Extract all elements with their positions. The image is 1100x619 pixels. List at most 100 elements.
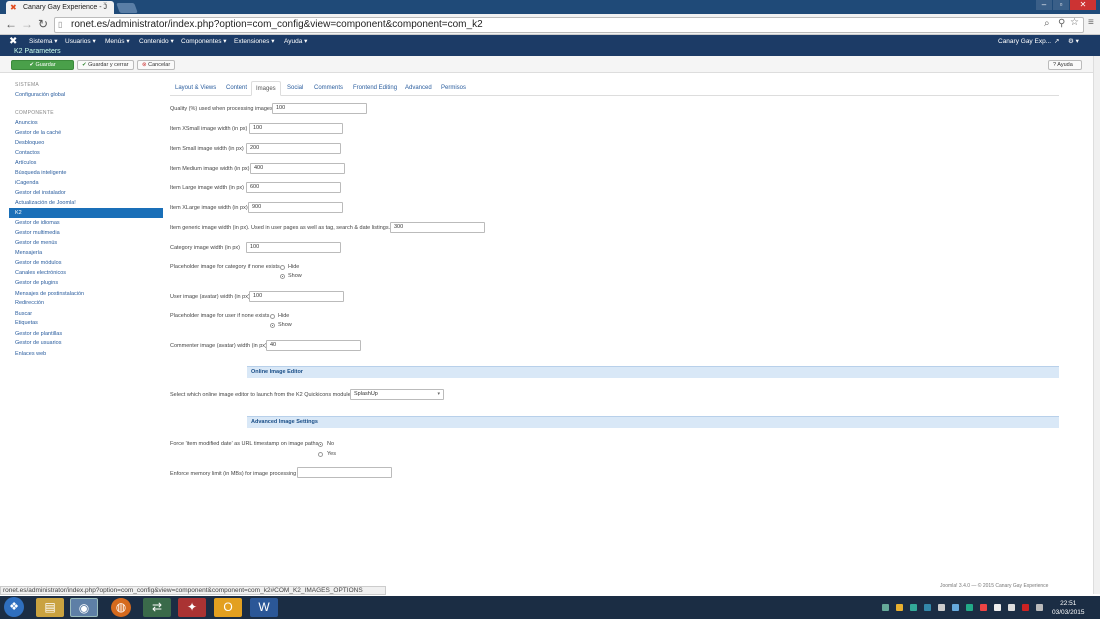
nav-componentes[interactable]: Componentes ▾	[181, 35, 227, 49]
sidebar-item[interactable]: Gestor multimedia	[15, 230, 60, 236]
commenter-width-input[interactable]: 40	[266, 340, 361, 351]
tab-social[interactable]: Social	[283, 81, 307, 96]
tray-icon[interactable]	[882, 604, 889, 611]
tab-permisos[interactable]: Permisos	[437, 81, 470, 96]
tab-comments[interactable]: Comments	[310, 81, 347, 96]
app-icon[interactable]: ✦	[178, 598, 206, 617]
nav-extensiones[interactable]: Extensiones ▾	[234, 35, 274, 49]
cancel-button[interactable]: ⊗ Cancelar	[137, 60, 175, 70]
help-button[interactable]: ? Ayuda	[1048, 60, 1082, 70]
sidebar-item[interactable]: Gestor de plugins	[15, 280, 58, 286]
user-gear-icon[interactable]: ⚙ ▾	[1068, 35, 1079, 49]
menu-icon[interactable]: ≡	[1088, 17, 1094, 28]
sidebar-item[interactable]: Gestor de menús	[15, 240, 57, 246]
site-name-link[interactable]: Canary Gay Exp...	[998, 35, 1051, 49]
close-window-icon[interactable]: ✕	[1070, 0, 1096, 10]
back-arrow-icon[interactable]: ←	[4, 17, 18, 31]
large-width-input[interactable]: 600	[246, 182, 341, 193]
tray-icon[interactable]	[980, 604, 987, 611]
tab-frontend-editing[interactable]: Frontend Editing	[349, 81, 401, 96]
placeholder-user-show-radio[interactable]	[270, 323, 275, 328]
tab-images[interactable]: Images	[251, 81, 281, 96]
sidebar-item[interactable]: Buscar	[15, 311, 32, 317]
file-explorer-icon[interactable]: ▤	[36, 598, 64, 617]
nav-contenido[interactable]: Contenido ▾	[139, 35, 174, 49]
sidebar-item[interactable]: Enlaces web	[15, 351, 46, 357]
taskbar-clock[interactable]: 22:51 03/03/2015	[1052, 599, 1085, 617]
user-width-input[interactable]: 100	[249, 291, 344, 302]
sidebar-item[interactable]: Desbloqueo	[15, 140, 44, 146]
sidebar-item[interactable]: Gestor de plantillas	[15, 331, 62, 337]
tray-icon[interactable]	[938, 604, 945, 611]
tray-icon[interactable]	[924, 604, 931, 611]
address-bar[interactable]: ronet.es/administrator/index.php?option=…	[54, 17, 1084, 33]
sidebar-item[interactable]: Mensajes de postinstalación	[15, 291, 84, 297]
placeholder-category-show-radio[interactable]	[280, 274, 285, 279]
minimize-icon[interactable]: –	[1036, 0, 1052, 10]
category-width-input[interactable]: 100	[246, 242, 341, 253]
extension-icon[interactable]: ⚲	[1058, 18, 1065, 29]
force-timestamp-no-radio[interactable]	[318, 442, 323, 447]
external-link-icon[interactable]: ↗	[1054, 35, 1059, 49]
tray-icon[interactable]	[994, 604, 1001, 611]
nav-ayuda[interactable]: Ayuda ▾	[284, 35, 307, 49]
speaker-icon[interactable]	[1036, 604, 1043, 611]
quality-input[interactable]: 100	[272, 103, 367, 114]
tab-advanced[interactable]: Advanced	[401, 81, 436, 96]
xlarge-width-input[interactable]: 900	[248, 202, 343, 213]
sidebar-item[interactable]: Gestor de módulos	[15, 260, 61, 266]
outlook-icon[interactable]: O	[214, 598, 242, 617]
search-icon[interactable]: ⌕	[1044, 18, 1050, 29]
sidebar-item[interactable]: Gestor de idiomas	[15, 220, 60, 226]
sidebar-item[interactable]: Contactos	[15, 150, 40, 156]
tray-icon[interactable]	[1022, 604, 1029, 611]
start-button-icon[interactable]: ❖	[4, 597, 24, 617]
new-tab-button[interactable]	[116, 3, 138, 13]
placeholder-category-hide-radio[interactable]	[280, 265, 285, 270]
sidebar-item[interactable]: Etiquetas	[15, 320, 38, 326]
sidebar-item[interactable]: Gestor del instalador	[15, 190, 66, 196]
reload-icon[interactable]: ↻	[36, 17, 50, 31]
joomla-logo-icon[interactable]: ✖	[9, 36, 17, 48]
word-icon[interactable]: W	[250, 598, 278, 617]
forward-arrow-icon[interactable]: →	[20, 17, 34, 31]
memory-limit-input[interactable]	[297, 467, 392, 478]
save-button[interactable]: ✔ Guardar	[11, 60, 74, 70]
bookmark-star-icon[interactable]: ☆	[1070, 17, 1079, 28]
tray-icon[interactable]	[1008, 604, 1015, 611]
tray-icon[interactable]	[952, 604, 959, 611]
browser-tab-active[interactable]: Canary Gay Experience - J	[6, 1, 114, 14]
nav-usuarios[interactable]: Usuarios ▾	[65, 35, 96, 49]
save-close-button[interactable]: ✔ Guardar y cerrar	[77, 60, 134, 70]
generic-width-input[interactable]: 300	[390, 222, 485, 233]
sidebar-item[interactable]: Artículos	[15, 160, 36, 166]
image-editor-select[interactable]: SplashUp ▾	[350, 389, 444, 400]
sidebar-item[interactable]: Gestor de la caché	[15, 130, 61, 136]
sidebar-item[interactable]: iCagenda	[15, 180, 39, 186]
filezilla-icon[interactable]: ⇄	[143, 598, 171, 617]
sidebar-item[interactable]: K2	[15, 210, 22, 216]
sidebar-item[interactable]: Redirección	[15, 300, 44, 306]
sidebar-item-global-config[interactable]: Configuración global	[15, 92, 65, 98]
tab-content[interactable]: Content	[222, 81, 251, 96]
sidebar-item[interactable]: Mensajería	[15, 250, 42, 256]
tray-icon[interactable]	[910, 604, 917, 611]
medium-width-input[interactable]: 400	[250, 163, 345, 174]
maximize-icon[interactable]: ▫	[1053, 0, 1069, 10]
sidebar-item[interactable]: Anuncios	[15, 120, 38, 126]
tab-layout-views[interactable]: Layout & Views	[171, 81, 220, 96]
tab-close-icon[interactable]: ×	[103, 1, 107, 8]
xsmall-width-input[interactable]: 100	[249, 123, 343, 134]
sidebar-item[interactable]: Gestor de usuarios	[15, 340, 61, 346]
chrome-icon[interactable]: ◉	[70, 598, 98, 617]
firefox-icon[interactable]: ◍	[111, 598, 131, 617]
tray-icon[interactable]	[896, 604, 903, 611]
nav-menus[interactable]: Menús ▾	[105, 35, 130, 49]
small-width-input[interactable]: 200	[246, 143, 341, 154]
tray-icon[interactable]	[966, 604, 973, 611]
sidebar-item[interactable]: Canales electrónicos	[15, 270, 66, 276]
nav-sistema[interactable]: Sistema ▾	[29, 35, 58, 49]
placeholder-user-hide-radio[interactable]	[270, 314, 275, 319]
force-timestamp-yes-radio[interactable]	[318, 452, 323, 457]
page-scrollbar[interactable]	[1093, 56, 1100, 594]
